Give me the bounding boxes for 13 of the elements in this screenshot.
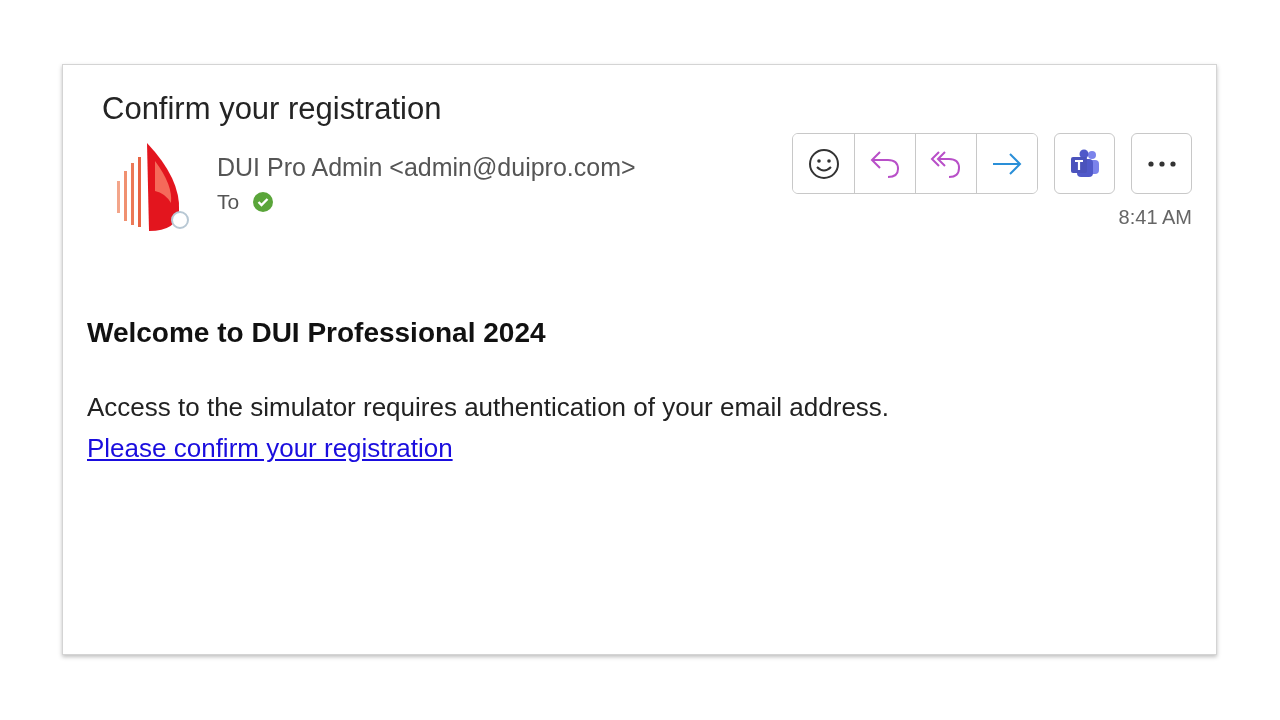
body-heading: Welcome to DUI Professional 2024 <box>87 317 547 349</box>
emoji-icon <box>807 147 840 180</box>
body-text: Access to the simulator requires authentication of your email address. Please confirm your registration <box>87 391 891 465</box>
more-icon <box>1146 160 1177 167</box>
recipient-label: To <box>217 190 240 214</box>
presence-indicator <box>171 211 189 229</box>
forward-button[interactable] <box>976 134 1037 193</box>
confirm-link[interactable]: Please confirm your registration <box>87 433 453 463</box>
teams-button[interactable] <box>1054 133 1115 194</box>
message-subject: Confirm your registration <box>102 91 443 127</box>
teams-icon <box>1068 148 1101 179</box>
message-time: 8:41 AM <box>1118 206 1192 229</box>
sender-name: DUI Pro Admin <admin@duipro.com> <box>217 153 637 182</box>
